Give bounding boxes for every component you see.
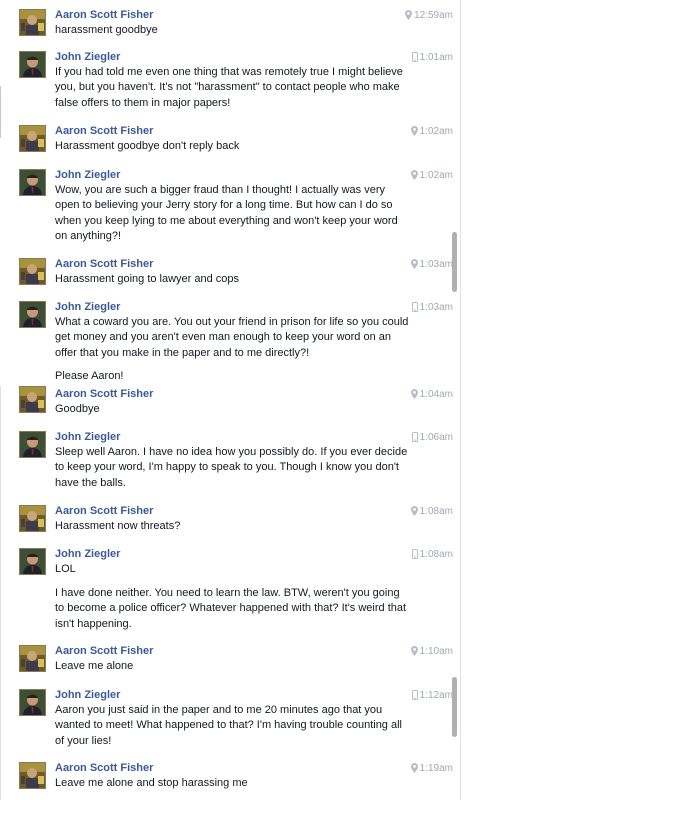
sender-name[interactable]: John Ziegler — [55, 168, 120, 182]
message-text: Harassment going to lawyer and cops — [55, 273, 240, 285]
message-time: 1:12am — [419, 690, 453, 701]
avatar[interactable] — [19, 386, 46, 413]
message-text: Aaron you just said in the paper and to … — [55, 704, 402, 747]
map-pin-icon — [410, 763, 420, 774]
message-text: Leave me alone and stop harassing me — [55, 777, 248, 789]
avatar[interactable] — [19, 505, 46, 532]
map-pin-icon — [410, 506, 420, 517]
message-meta: 1:08am — [411, 549, 453, 561]
avatar[interactable] — [19, 689, 46, 716]
sender-name[interactable]: Aaron Scott Fisher — [55, 387, 153, 401]
map-pin-icon — [410, 259, 420, 270]
message-time: 1:04am — [419, 389, 453, 400]
scrollbar-thumb[interactable] — [452, 232, 457, 292]
avatar[interactable] — [19, 548, 46, 575]
sender-name[interactable]: Aaron Scott Fisher — [55, 761, 153, 775]
mobile-phone-icon — [411, 52, 420, 63]
message-text: I have done neither. You need to learn t… — [55, 587, 407, 630]
map-pin-icon — [410, 170, 420, 181]
message-text: Harassment goodbye don't reply back — [55, 140, 240, 152]
message-meta: 1:12am — [411, 690, 453, 702]
message-time: 1:02am — [419, 170, 453, 181]
message-time: 12:59am — [414, 10, 453, 21]
scrollbar-thumb[interactable] — [452, 677, 457, 737]
panel-left-border — [0, 386, 1, 800]
message-text: Sleep well Aaron. I have no idea how you… — [55, 446, 408, 489]
message-time: 1:06am — [419, 432, 453, 443]
mobile-phone-icon — [411, 302, 420, 313]
message-meta: 1:10am — [410, 646, 453, 658]
message-meta: 1:03am — [411, 302, 453, 314]
message-text: Leave me alone — [55, 660, 134, 672]
message-text: What a coward you are. You out your frie… — [55, 316, 409, 359]
chat-panel-top: Aaron Scott Fisher 12:59am harassment go… — [0, 0, 461, 387]
avatar[interactable] — [19, 762, 46, 789]
avatar[interactable] — [19, 169, 46, 196]
message-time: 1:08am — [419, 506, 453, 517]
message-text: Wow, you are such a bigger fraud than I … — [55, 184, 398, 243]
message-time: 1:01am — [419, 52, 453, 63]
message-meta: 1:01am — [411, 52, 453, 64]
message-meta: 1:02am — [410, 170, 453, 182]
message-text: Goodbye — [55, 403, 100, 415]
map-pin-icon — [410, 646, 420, 657]
sender-name[interactable]: John Ziegler — [55, 547, 120, 561]
message-meta: 1:03am — [410, 259, 453, 271]
map-pin-icon — [410, 389, 420, 400]
avatar[interactable] — [19, 125, 46, 152]
message-meta: 1:08am — [410, 506, 453, 518]
avatar[interactable] — [19, 301, 46, 328]
sender-name[interactable]: John Ziegler — [55, 688, 120, 702]
message-meta: 1:02am — [410, 126, 453, 138]
message-meta: 12:59am — [405, 10, 453, 22]
message-text: If you had told me even one thing that w… — [55, 66, 403, 109]
map-pin-icon — [405, 10, 414, 21]
message-meta: 1:19am — [410, 763, 453, 775]
avatar[interactable] — [19, 645, 46, 672]
message-text: Harassment now threats? — [55, 520, 181, 532]
map-pin-icon — [410, 126, 420, 137]
sender-name[interactable]: John Ziegler — [55, 430, 120, 444]
message-time: 1:02am — [419, 126, 453, 137]
sender-name[interactable]: Aaron Scott Fisher — [55, 644, 153, 658]
mobile-phone-icon — [411, 549, 420, 560]
message-time: 1:03am — [419, 302, 453, 313]
mobile-phone-icon — [411, 432, 420, 443]
sender-name[interactable]: John Ziegler — [55, 300, 120, 314]
avatar[interactable] — [19, 51, 46, 78]
avatar[interactable] — [19, 431, 46, 458]
sender-name[interactable]: Aaron Scott Fisher — [55, 257, 153, 271]
message-time: 1:10am — [419, 646, 453, 657]
message-meta: 1:04am — [410, 389, 453, 401]
message-meta: 1:06am — [411, 432, 453, 444]
sender-name[interactable]: Aaron Scott Fisher — [55, 504, 153, 518]
avatar[interactable] — [19, 258, 46, 285]
sender-name[interactable]: Aaron Scott Fisher — [55, 124, 153, 138]
message-text: harassment goodbye — [55, 24, 158, 36]
sender-name[interactable]: John Ziegler — [55, 50, 120, 64]
message-text: LOL — [55, 563, 76, 575]
message-time: 1:03am — [419, 259, 453, 270]
message-time: 1:08am — [419, 549, 453, 560]
panel-left-border — [0, 86, 1, 138]
message-time: 1:19am — [419, 763, 453, 774]
mobile-phone-icon — [411, 690, 420, 701]
message-text: Please Aaron! — [55, 370, 124, 382]
sender-name[interactable]: Aaron Scott Fisher — [55, 8, 153, 22]
chat-panel-bottom: Aaron Scott Fisher 1:04am Goodbye John Z… — [0, 386, 461, 800]
avatar[interactable] — [19, 9, 46, 36]
